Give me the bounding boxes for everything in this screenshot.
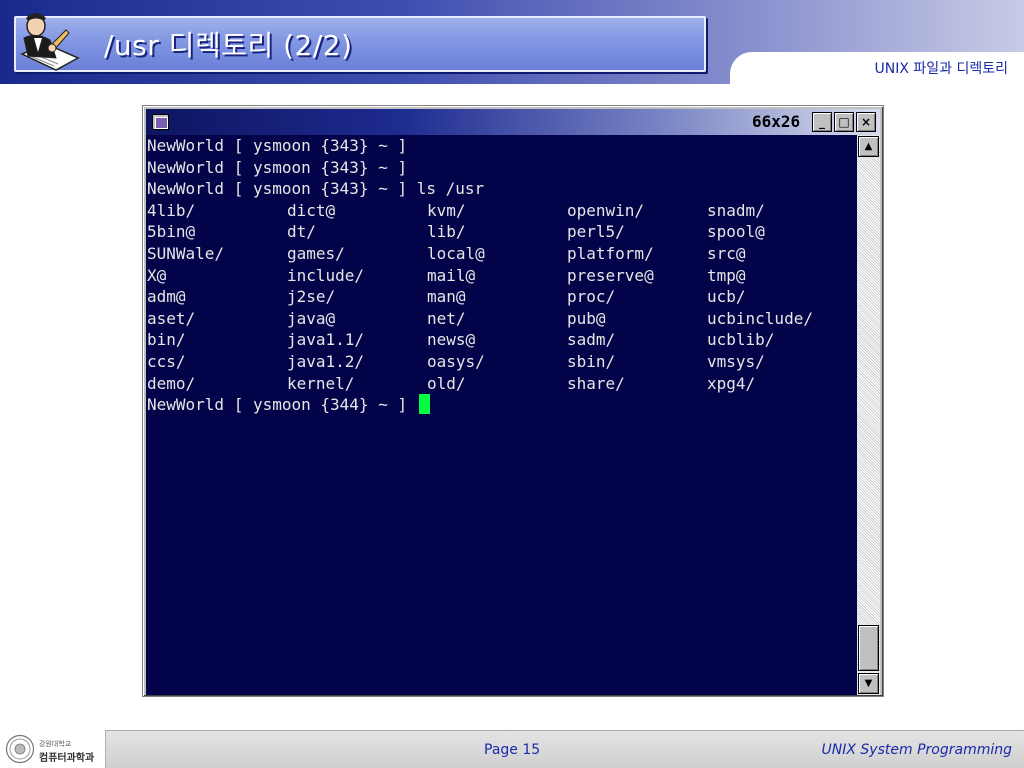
ls-entry: oasys/ (427, 351, 485, 371)
ls-entry: mail@ (427, 265, 476, 285)
university-name: 강원대학교 (39, 740, 72, 748)
ls-entry: java@ (287, 308, 336, 328)
ls-entry: spool@ (707, 222, 765, 242)
active-prompt: NewWorld [ ysmoon {344} ~ ] (147, 395, 417, 415)
ls-entry: dict@ (287, 200, 336, 220)
scroll-thumb[interactable] (858, 625, 879, 671)
ls-entry: ucblib/ (707, 330, 775, 350)
ls-entry: adm@ (147, 287, 186, 307)
ls-entry: games/ (287, 243, 345, 263)
ls-entry: perl5/ (567, 222, 625, 242)
system-menu-icon[interactable] (152, 114, 169, 130)
ls-output-row: bin/ java1.1/ news@ sadm/ ucblib/ (146, 329, 857, 351)
ls-entry: 5bin@ (147, 222, 196, 242)
ls-entry: src@ (707, 243, 746, 263)
ls-output-row: 4lib/ dict@ kvm/ openwin/ snadm/ (146, 200, 857, 222)
ls-entry: xpg4/ (707, 373, 756, 393)
ls-entry: kvm/ (427, 200, 466, 220)
ls-entry: SUNWale/ (147, 243, 225, 263)
scroll-down-icon[interactable]: ▼ (858, 673, 879, 694)
ls-entry: j2se/ (287, 287, 336, 307)
ls-entry: share/ (567, 373, 625, 393)
page-number: Page 15 (484, 742, 541, 758)
ls-output-row: SUNWale/ games/ local@ platform/ src@ (146, 243, 857, 265)
course-title: UNIX System Programming (821, 742, 1012, 758)
ls-entry: old/ (427, 373, 466, 393)
ls-entry: platform/ (567, 243, 654, 263)
ls-entry: kernel/ (287, 373, 355, 393)
ls-entry: ucbinclude/ (707, 308, 813, 328)
ls-entry: local@ (427, 243, 485, 263)
person-writing-icon (20, 13, 80, 71)
ls-entry: sadm/ (567, 330, 616, 350)
command-line: NewWorld [ ysmoon {343} ~ ] ls /usr (147, 179, 485, 199)
ls-entry: preserve@ (567, 265, 654, 285)
university-logo: 강원대학교 컴퓨터과학과 (0, 730, 106, 768)
department-name: 컴퓨터과학과 (39, 753, 95, 764)
ls-entry: java1.2/ (287, 351, 365, 371)
ls-entry: ccs/ (147, 351, 186, 371)
vertical-scrollbar[interactable]: ▲ ▼ (857, 135, 880, 695)
ls-entry: 4lib/ (147, 200, 196, 220)
text-cursor (418, 394, 430, 415)
ls-output-row: 5bin@ dt/ lib/ perl5/ spool@ (146, 221, 857, 243)
ls-entry: demo/ (147, 373, 196, 393)
ls-entry: man@ (427, 287, 466, 307)
slide-title: /usr 디렉토리 (2/2) (104, 29, 353, 62)
prompt-line: NewWorld [ ysmoon {343} ~ ] (147, 157, 408, 177)
ls-output-row: adm@ j2se/ man@ proc/ ucb/ (146, 286, 857, 308)
scroll-up-icon[interactable]: ▲ (858, 136, 879, 157)
ls-entry: ucb/ (707, 287, 746, 307)
ls-entry: dt/ (287, 222, 316, 242)
active-prompt-line[interactable]: NewWorld [ ysmoon {344} ~ ] (146, 394, 857, 416)
ls-entry: aset/ (147, 308, 196, 328)
ls-output-row: ccs/ java1.2/ oasys/ sbin/ vmsys/ (146, 351, 857, 373)
terminal-titlebar[interactable]: 66x26 _ □ × (146, 109, 880, 135)
terminal-size-label: 66x26 (752, 112, 801, 131)
terminal-output[interactable]: NewWorld [ ysmoon {343} ~ ] NewWorld [ y… (146, 135, 857, 695)
ls-entry: pub@ (567, 308, 606, 328)
prompt-line: NewWorld [ ysmoon {343} ~ ] (147, 136, 408, 155)
ls-entry: X@ (147, 265, 167, 285)
ls-entry: snadm/ (707, 200, 765, 220)
close-button[interactable]: × (856, 112, 876, 132)
slide-subtitle: UNIX 파일과 디렉토리 (874, 61, 1009, 77)
terminal-window: 66x26 _ □ × NewWorld [ ysmoon {343} ~ ] … (142, 105, 884, 697)
ls-entry: bin/ (147, 330, 186, 350)
ls-entry: proc/ (567, 287, 616, 307)
ls-entry: vmsys/ (707, 351, 765, 371)
ls-entry: net/ (427, 308, 466, 328)
ls-output-row: aset/ java@ net/ pub@ ucbinclude/ (146, 308, 857, 330)
university-seal-icon (5, 734, 35, 764)
ls-output-row: X@ include/ mail@ preserve@ tmp@ (146, 265, 857, 287)
ls-entry: java1.1/ (287, 330, 365, 350)
ls-entry: include/ (287, 265, 365, 285)
ls-entry: news@ (427, 330, 476, 350)
ls-entry: sbin/ (567, 351, 616, 371)
ls-entry: openwin/ (567, 200, 645, 220)
ls-entry: lib/ (427, 222, 466, 242)
minimize-button[interactable]: _ (812, 112, 832, 132)
ls-output-row: demo/ kernel/ old/ share/ xpg4/ (146, 373, 857, 395)
ls-entry: tmp@ (707, 265, 746, 285)
maximize-button[interactable]: □ (834, 112, 854, 132)
